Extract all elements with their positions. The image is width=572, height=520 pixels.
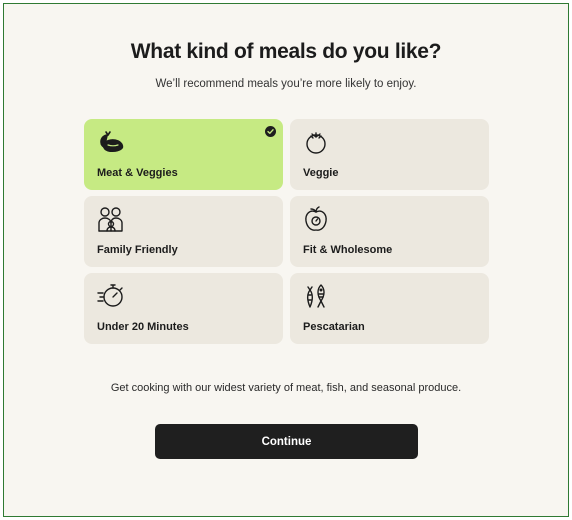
option-label: Under 20 Minutes [97,321,189,333]
continue-button[interactable]: Continue [155,424,418,459]
option-label: Pescatarian [303,321,365,333]
option-fit-wholesome[interactable]: Fit & Wholesome [290,196,489,267]
fish-carrot-icon [302,282,332,310]
option-family-friendly[interactable]: Family Friendly [84,196,283,267]
checkmark-icon [265,126,276,137]
meat-veggies-icon [96,128,126,156]
option-label: Fit & Wholesome [303,244,393,256]
option-meat-veggies[interactable]: Meat & Veggies [84,119,283,190]
family-icon [96,205,126,233]
selection-description: Get cooking with our widest variety of m… [110,382,462,394]
option-label: Meat & Veggies [97,167,178,179]
tomato-icon [302,128,332,156]
option-veggie[interactable]: Veggie [290,119,489,190]
dialog-panel: What kind of meals do you like? We’ll re… [3,3,569,517]
option-pescatarian[interactable]: Pescatarian [290,273,489,344]
page-title: What kind of meals do you like? [130,40,442,63]
stopwatch-icon [96,282,126,310]
meal-preference-grid: Meat & Veggies Veggie Family Friendly Fi… [84,119,490,344]
page-subtitle: We’ll recommend meals you’re more likely… [155,78,417,90]
option-label: Veggie [303,167,339,179]
option-under-20-minutes[interactable]: Under 20 Minutes [84,273,283,344]
apple-scale-icon [302,205,332,233]
option-label: Family Friendly [97,244,178,256]
